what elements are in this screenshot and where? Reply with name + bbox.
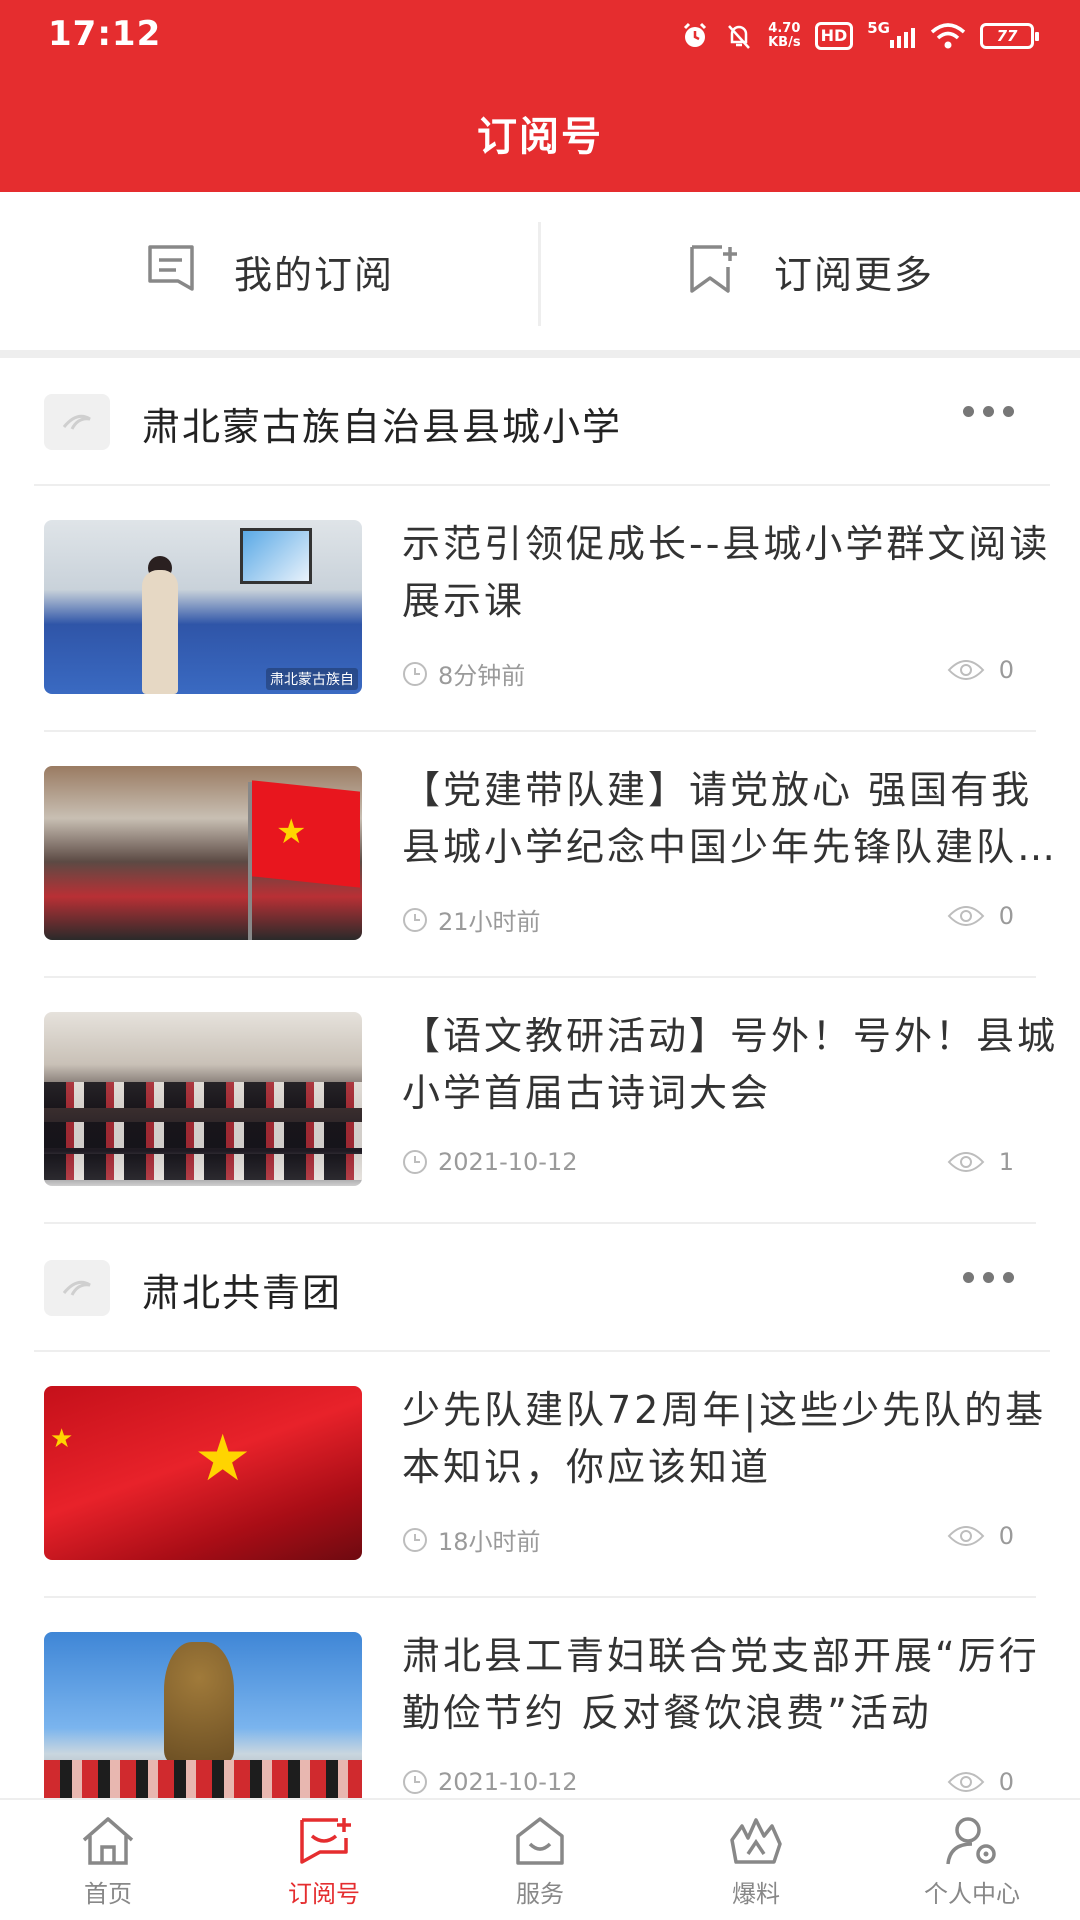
subscribe-icon [300, 1818, 351, 1864]
article-thumbnail: 肃北蒙古族自 [44, 520, 362, 694]
article-title: 【党建带队建】请党放心 强国有我 县城小学纪念中国少年先锋队建队72周年 [402, 768, 1062, 869]
nav-label: 首页 [84, 1880, 132, 1908]
nav-home[interactable]: 首页 [0, 1800, 216, 1920]
article-views: 0 [947, 1768, 1014, 1796]
nav-label: 服务 [516, 1880, 564, 1908]
channel-name: 肃北共青团 [142, 1271, 343, 1315]
nav-label: 订阅号 [288, 1880, 360, 1908]
eye-icon [947, 1152, 985, 1172]
article-time-text: 2021-10-12 [438, 1768, 578, 1796]
battery-icon: 77 [980, 23, 1039, 49]
channel-header[interactable]: 肃北蒙古族自治县县城小学 [34, 358, 1050, 486]
nav-services[interactable]: 服务 [432, 1800, 648, 1920]
service-icon [516, 1817, 564, 1865]
message-square-icon [146, 243, 202, 299]
article-views: 1 [947, 1148, 1014, 1176]
page-title: 订阅号 [477, 114, 603, 160]
eye-icon [947, 1526, 985, 1546]
article-title: 示范引领促成长--县城小学群文阅读展示课 [402, 522, 1051, 623]
nav-label: 个人中心 [924, 1880, 1020, 1908]
article-item[interactable]: 肃北蒙古族自 示范引领促成长--县城小学群文阅读展示课 8分钟前 0 [44, 486, 1047, 732]
bookmark-add-icon [686, 243, 742, 299]
channel-header[interactable]: 肃北共青团 [34, 1224, 1050, 1352]
channel-logo [44, 394, 110, 450]
article-thumbnail: ★ ★ [44, 1386, 362, 1560]
status-icons: 4.70 KB/s HD 5G 77 [680, 16, 1039, 56]
article-item[interactable]: 肃北县工青妇联合党支部开展“厉行勤俭节约 反对餐饮浪费”活动 2021-10-1… [44, 1598, 1037, 1798]
article-item[interactable]: ★ ★ 少先队建队72周年|这些少先队的基本知识，你应该知道 18小时前 0 [44, 1352, 1043, 1598]
view-count: 0 [998, 1768, 1014, 1796]
article-title: 少先队建队72周年|这些少先队的基本知识，你应该知道 [402, 1388, 1047, 1489]
article-time-text: 21小时前 [438, 908, 541, 936]
article-item[interactable]: ★ 【党建带队建】请党放心 强国有我 县城小学纪念中国少年先锋队建队72周年 2… [44, 732, 1062, 978]
article-time-text: 8分钟前 [438, 662, 526, 690]
clock-icon [403, 1527, 427, 1552]
article-title: 【语文教研活动】号外！号外！县城小学首届古诗词大会 [402, 1014, 1059, 1115]
nav-profile[interactable]: 个人中心 [864, 1800, 1080, 1920]
hd-badge: HD [814, 22, 854, 50]
app-header: 17:12 4.70 KB/s HD 5G 77 订阅号 [0, 0, 1080, 192]
article-time: 21小时前 [402, 902, 541, 937]
net-speed: 4.70 KB/s [768, 22, 800, 50]
net-type: 5G [867, 19, 890, 37]
clock-icon [403, 1770, 427, 1794]
view-count: 0 [998, 902, 1014, 930]
thumbnail-watermark: 肃北蒙古族自 [266, 668, 358, 690]
home-icon [82, 1817, 134, 1865]
eye-icon [947, 906, 985, 926]
article-time: 2021-10-12 [402, 1148, 577, 1176]
alarm-icon [680, 21, 710, 51]
user-settings-icon [946, 1817, 996, 1865]
more-options-icon[interactable] [963, 406, 1014, 417]
article-thumbnail [44, 1632, 362, 1798]
subscribe-more-label: 订阅更多 [773, 252, 934, 297]
tab-divider [538, 222, 541, 326]
article-time: 8分钟前 [402, 656, 525, 691]
net-speed-value: 4.70 [768, 21, 801, 36]
report-tip-icon [730, 1818, 782, 1864]
my-subscriptions-button[interactable]: 我的订阅 [0, 192, 540, 350]
article-time-text: 18小时前 [438, 1528, 541, 1556]
bottom-nav: 首页 订阅号 服务 爆料 个人中心 [0, 1798, 1080, 1920]
nav-label: 爆料 [732, 1880, 780, 1908]
wifi-icon [930, 22, 966, 50]
view-count: 0 [998, 656, 1014, 684]
clock-icon [403, 907, 427, 932]
channel-logo [44, 1260, 110, 1316]
article-time: 2021-10-12 [402, 1768, 577, 1796]
article-views: 0 [947, 902, 1014, 930]
clock-icon [403, 661, 427, 686]
article-time-text: 2021-10-12 [438, 1148, 578, 1176]
article-views: 0 [947, 656, 1014, 684]
section-gap [0, 350, 1080, 358]
battery-level: 77 [996, 27, 1018, 45]
status-time: 17:12 [48, 14, 162, 54]
subscription-tabs: 我的订阅 订阅更多 [0, 192, 1080, 350]
status-bar: 17:12 4.70 KB/s HD 5G 77 [0, 0, 1080, 70]
channel-name: 肃北蒙古族自治县县城小学 [142, 405, 623, 449]
mute-bell-icon [724, 21, 754, 51]
view-count: 0 [998, 1522, 1014, 1550]
nav-report[interactable]: 爆料 [648, 1800, 864, 1920]
eye-icon [947, 660, 985, 680]
subscribe-more-button[interactable]: 订阅更多 [540, 192, 1080, 350]
signal-icon: 5G [867, 19, 916, 48]
more-options-icon[interactable] [963, 1272, 1014, 1283]
article-thumbnail: ★ [44, 766, 362, 940]
eye-icon [947, 1772, 985, 1792]
article-item[interactable]: 【语文教研活动】号外！号外！县城小学首届古诗词大会 2021-10-12 1 [44, 978, 1055, 1224]
my-subscriptions-label: 我的订阅 [233, 252, 394, 297]
subscription-feed[interactable]: 肃北蒙古族自治县县城小学 肃北蒙古族自 示范引领促成长--县城小学群文阅读展示课… [0, 358, 1080, 1798]
article-time: 18小时前 [402, 1522, 541, 1557]
article-title: 肃北县工青妇联合党支部开展“厉行勤俭节约 反对餐饮浪费”活动 [402, 1634, 1040, 1735]
article-views: 0 [947, 1522, 1014, 1550]
view-count: 1 [998, 1148, 1014, 1176]
net-speed-unit: KB/s [768, 35, 801, 50]
clock-icon [403, 1150, 427, 1174]
nav-subscriptions[interactable]: 订阅号 [216, 1800, 432, 1920]
article-thumbnail [44, 1012, 362, 1186]
